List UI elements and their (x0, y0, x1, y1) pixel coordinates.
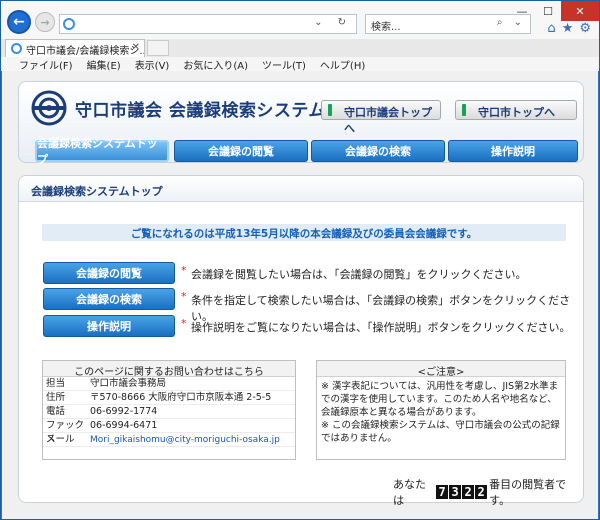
contact-row: 担当 守口市議会事務局 (43, 377, 295, 391)
forward-button[interactable]: → (35, 12, 55, 32)
new-tab-button[interactable] (147, 40, 169, 56)
contact-key: ファックス (46, 420, 85, 445)
caution-heading: <ご注意> (317, 361, 565, 378)
contact-value: 06-6994-6471 (90, 420, 158, 431)
menu-file[interactable]: ファイル(F) (19, 57, 73, 72)
browse-description: 会議録を閲覧したい場合は、「会議録の閲覧」をクリックください。 (191, 268, 527, 281)
toolbar-icons: ⌂ ★ ⚙ (547, 21, 591, 36)
home-icon[interactable]: ⌂ (547, 21, 555, 36)
counter-digit: 2 (462, 485, 475, 499)
counter-digit: 3 (449, 485, 462, 499)
site-header: 守口市議会 会議録検索システム 守口市議会トップへ 守口市トップへ 会議録検索シ… (18, 81, 584, 166)
council-top-link[interactable]: 守口市議会トップへ (321, 100, 441, 135)
contact-key: 電話 (46, 406, 66, 417)
favorites-icon[interactable]: ★ (562, 21, 574, 36)
contact-key: メール (46, 434, 75, 445)
council-top-link-label: 守口市議会トップへ (344, 106, 432, 135)
contact-key: 住所 (46, 392, 66, 403)
nav-help[interactable]: 操作説明 (448, 140, 578, 162)
menu-tools[interactable]: ツール(T) (262, 57, 306, 72)
counter-digit: 7 (436, 485, 449, 499)
contact-box: このページに関するお問い合わせはこちら 担当 守口市議会事務局 住所 〒570-… (42, 360, 296, 460)
tab-title: 守口市議会/会議録検索シ... (26, 46, 145, 57)
maximize-button[interactable]: ☐ (535, 1, 561, 21)
help-description: 操作説明をご覧になりたい場合は、「操作説明」ボタンをクリックください。 (191, 321, 571, 334)
asterisk: * (181, 264, 187, 277)
contact-row: 住所 〒570-8666 大阪府守口市京阪本通 2-5-5 (43, 391, 295, 405)
tab-ie-icon (11, 43, 22, 54)
search-input[interactable]: 検索... ⌕ ⌄ (365, 14, 531, 34)
contact-heading: このページに関するお問い合わせはこちら (43, 361, 295, 378)
help-button[interactable]: 操作説明 (43, 315, 175, 337)
availability-notice: ご覧になれるのは平成13年5月以降の本会議録及びの委員会会議録です。 (42, 224, 566, 241)
back-button[interactable]: ← (7, 10, 31, 34)
address-controls[interactable]: ⌄ ↻ (314, 17, 352, 28)
nav-search[interactable]: 会議録の検索 (311, 140, 445, 162)
visitor-counter: あなたは 7 3 2 2 番目の閲覧者です。 (393, 476, 583, 508)
address-bar-area: ← → ⌄ ↻ 検索... ⌕ ⌄ — ☐ ✕ ⌂ ★ ⚙ (1, 1, 599, 39)
contact-row: ファックス 06-6994-6471 (43, 419, 295, 445)
window-controls: — ☐ ✕ (509, 1, 599, 21)
city-top-link[interactable]: 守口市トップへ (455, 100, 577, 120)
menu-bar: ファイル(F) 編集(E) 表示(V) お気に入り(A) ツール(T) ヘルプ(… (1, 57, 599, 72)
browse-button[interactable]: 会議録の閲覧 (43, 262, 175, 284)
contact-row: メール Mori_gikaishomu@city-moriguchi-osaka… (43, 433, 295, 447)
counter-suffix: 番目の閲覧者です。 (489, 478, 567, 507)
caution-body: ※ 漢字表記については、汎用性を考慮し、JIS第2水準までの漢字を使用しています… (317, 377, 565, 448)
minimize-button[interactable]: — (509, 1, 535, 21)
menu-view[interactable]: 表示(V) (135, 57, 170, 72)
menu-help[interactable]: ヘルプ(H) (320, 57, 365, 72)
counter-digit: 2 (475, 485, 488, 499)
caution-text-1: ※ 漢字表記については、汎用性を考慮し、JIS第2水準までの漢字を使用しています… (321, 381, 559, 418)
tab-close-icon[interactable]: ✕ (132, 42, 140, 53)
close-window-button[interactable]: ✕ (561, 1, 599, 21)
browser-tab[interactable]: 守口市議会/会議録検索シ... ✕ (5, 39, 145, 57)
asterisk: * (181, 290, 187, 303)
main-content: 会議録検索システムトップ ご覧になれるのは平成13年5月以降の本会議録及びの委員… (18, 175, 584, 507)
ie-icon (63, 18, 75, 30)
link-marker-icon (462, 104, 466, 116)
tab-row: 守口市議会/会議録検索シ... ✕ (1, 39, 599, 57)
nav-browse[interactable]: 会議録の閲覧 (174, 140, 308, 162)
contact-row: 電話 06-6992-1774 (43, 405, 295, 419)
browser-window: ← → ⌄ ↻ 検索... ⌕ ⌄ — ☐ ✕ ⌂ ★ ⚙ 守口市議会/会議録検… (0, 0, 600, 520)
email-link[interactable]: Mori_gikaishomu@city-moriguchi-osaka.jp (90, 433, 280, 446)
city-top-link-label: 守口市トップへ (478, 106, 555, 119)
link-marker-icon (328, 104, 332, 116)
contact-value: 守口市議会事務局 (90, 378, 167, 389)
contact-value: 06-6992-1774 (90, 406, 158, 417)
contact-value: 〒570-8666 大阪府守口市京阪本通 2-5-5 (90, 392, 272, 403)
search-button[interactable]: 会議録の検索 (43, 288, 175, 310)
contact-key: 担当 (46, 378, 66, 389)
counter-prefix: あなたは (393, 478, 426, 507)
asterisk: * (181, 317, 187, 330)
counter-digits: 7 3 2 2 (436, 485, 488, 499)
nav-system-top[interactable]: 会議録検索システムトップ (35, 137, 169, 166)
caution-box: <ご注意> ※ 漢字表記については、汎用性を考慮し、JIS第2水準までの漢字を使… (316, 360, 566, 460)
browser-chrome: ← → ⌄ ↻ 検索... ⌕ ⌄ — ☐ ✕ ⌂ ★ ⚙ 守口市議会/会議録検… (1, 1, 599, 72)
site-title: 守口市議会 会議録検索システム (75, 101, 326, 121)
page-title: 会議録検索システムトップ (19, 176, 583, 202)
caution-text-2: ※ この会議録検索システムは、守口市議会の公式の記録ではありません。 (321, 420, 560, 444)
menu-edit[interactable]: 編集(E) (87, 57, 121, 72)
web-page: 守口市議会 会議録検索システム 守口市議会トップへ 守口市トップへ 会議録検索シ… (2, 71, 598, 519)
city-emblem-icon (31, 90, 67, 126)
address-input[interactable]: ⌄ ↻ (59, 14, 357, 34)
menu-favorites[interactable]: お気に入り(A) (183, 57, 248, 72)
search-placeholder: 検索... (371, 22, 401, 33)
settings-gear-icon[interactable]: ⚙ (579, 21, 591, 36)
